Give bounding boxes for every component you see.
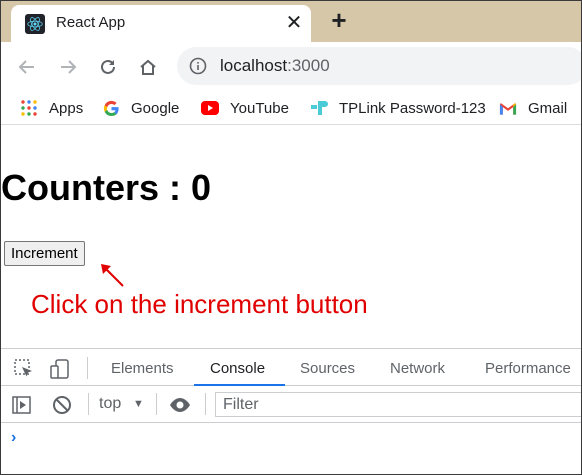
devtools-tabbar: Elements Console Sources Network Perform… — [1, 349, 581, 386]
tab-performance[interactable]: Performance — [485, 360, 571, 377]
bookmark-label: Apps — [49, 99, 84, 117]
tab-network[interactable]: Network — [390, 360, 445, 377]
close-tab-icon[interactable]: ✕ — [282, 11, 306, 35]
tab-strip: React App ✕ + — [1, 1, 581, 42]
address-bar[interactable]: localhost:3000 — [177, 47, 581, 85]
forward-arrow-icon[interactable] — [55, 54, 81, 80]
browser-tab[interactable]: React App ✕ — [11, 5, 311, 42]
tab-console[interactable]: Console — [210, 360, 265, 377]
url-host: localhost — [220, 56, 288, 75]
bookmark-label: YouTube — [230, 99, 289, 117]
bookmark-label: TPLink Password-123 — [339, 99, 486, 117]
devtools-panel: Elements Console Sources Network Perform… — [1, 348, 581, 474]
context-dropdown-icon[interactable]: ▼ — [133, 398, 144, 410]
google-icon — [102, 99, 120, 117]
toolbar-divider — [87, 357, 88, 379]
bookmark-label: Google — [131, 99, 180, 117]
youtube-icon — [201, 99, 219, 117]
bookmark-gmail[interactable]: Gmail — [499, 97, 567, 119]
browser-toolbar: localhost:3000 — [1, 42, 581, 91]
react-logo-icon — [25, 14, 45, 34]
browser-window: React App ✕ + localhost:3000 Apps Google… — [0, 0, 582, 475]
new-tab-button[interactable]: + — [327, 7, 351, 33]
home-icon[interactable] — [135, 54, 161, 80]
filter-placeholder: Filter — [223, 396, 259, 413]
live-expression-eye-icon[interactable] — [169, 394, 191, 416]
toolbar-divider — [88, 393, 89, 415]
tab-sources[interactable]: Sources — [300, 360, 355, 377]
back-arrow-icon[interactable] — [14, 54, 40, 80]
annotation-text: Click on the increment button — [31, 289, 368, 319]
bookmark-tplink[interactable]: TPLink Password-123 — [310, 97, 486, 119]
inspect-element-icon[interactable] — [13, 358, 35, 380]
counter-heading: Counters : 0 — [1, 167, 212, 208]
url-port: :3000 — [287, 56, 330, 75]
info-icon[interactable] — [189, 57, 207, 75]
reload-icon[interactable] — [95, 54, 121, 80]
toolbar-divider — [205, 393, 206, 415]
url-text: localhost:3000 — [220, 56, 330, 76]
show-sidebar-icon[interactable] — [11, 394, 33, 416]
toolbar-divider — [156, 393, 157, 415]
bookmark-google[interactable]: Google — [102, 97, 179, 119]
device-toolbar-icon[interactable] — [49, 358, 71, 380]
bookmarks-bar: Apps Google YouTube TPLink Password-123 … — [1, 91, 581, 125]
console-prompt-icon[interactable]: › — [11, 429, 16, 447]
annotation-arrow-icon — [101, 264, 124, 287]
tplink-icon — [310, 99, 328, 117]
active-tab-indicator — [194, 384, 285, 386]
console-toolbar: top ▼ Filter — [1, 387, 581, 423]
tab-title: React App — [56, 14, 126, 31]
context-selector[interactable]: top — [99, 395, 121, 413]
page-viewport: Counters : 0 Increment Click on the incr… — [1, 126, 581, 348]
console-filter-input[interactable]: Filter — [215, 392, 581, 417]
bookmark-youtube[interactable]: YouTube — [201, 97, 289, 119]
tab-elements[interactable]: Elements — [111, 360, 174, 377]
clear-console-icon[interactable] — [51, 394, 73, 416]
gmail-icon — [499, 99, 517, 117]
increment-button[interactable]: Increment — [4, 241, 85, 266]
bookmark-apps[interactable]: Apps — [20, 97, 83, 119]
bookmark-label: Gmail — [528, 99, 568, 117]
apps-grid-icon — [20, 99, 38, 117]
